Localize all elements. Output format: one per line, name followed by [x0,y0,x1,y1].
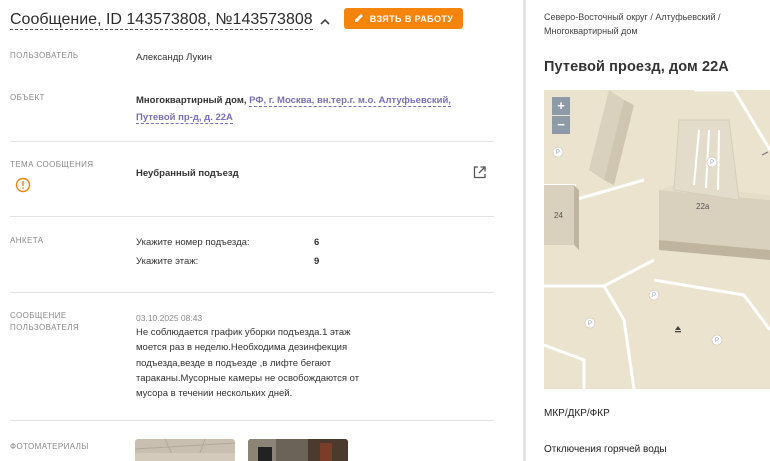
message-line: подъезда,везде в подъезде ,в лифте бегаю… [136,357,332,369]
warning-circle-icon [15,177,31,193]
object-type: Многоквартирный дом, [136,95,247,106]
take-to-work-label: ВЗЯТЬ В РАБОТУ [369,13,454,24]
divider [10,420,494,421]
message-line: мусора в течении нескольких дней. [136,388,293,400]
object-map[interactable]: P P P P P 24 22а + − [544,90,770,389]
zoom-controls: + − [552,97,570,134]
parking-symbol: P [588,321,592,327]
parking-symbol: P [715,338,719,344]
breadcrumb: Северо-Восточный округ / Алтуфьевский / … [544,10,764,38]
message-line: Не соблюдается график уборки подъезда.1 … [136,327,351,338]
survey-question: Укажите номер подъезда: [136,237,250,248]
object-title: Путевой проезд, дом 22А [544,59,729,75]
message-line: тараканы.Мусорные камеры не освобождаютс… [136,372,360,384]
message-line: моется раз в неделю.Необходима дезинфекц… [136,342,348,354]
photo-thumbnail[interactable] [248,439,348,461]
parking-symbol: P [556,150,560,156]
survey-answer: 9 [314,256,320,267]
message-detail-panel: Сообщение, ID 143573808, №143573808 ВЗЯТ… [0,0,523,461]
divider [10,292,494,293]
breadcrumb-line: Многоквартирный дом [544,26,638,36]
user-label: ПОЛЬЗОВАТЕЛЬ [10,51,79,60]
survey-label: АНКЕТА [10,236,44,245]
message-header: Сообщение, ID 143573808, №143573808 [10,9,331,31]
message-text: Не соблюдается график уборки подъезда.1 … [136,325,386,401]
survey-answer: 6 [314,237,320,248]
breadcrumb-line: Северо-Восточный округ / Алтуфьевский / [544,12,721,22]
building-label: 24 [554,211,563,220]
object-value: Многоквартирный дом, РФ, г. Москва, вн.т… [136,92,476,126]
object-address-link[interactable]: РФ, г. Москва, вн.тер.г. м.о. Алтуфьевск… [249,95,451,107]
user-value: Александр Лукин [136,52,212,63]
zoom-out-button[interactable]: − [552,116,570,134]
message-label-line: СООБЩЕНИЕ [10,311,67,320]
repair-section-heading[interactable]: МКР/ДКР/ФКР [544,408,610,419]
page: Сообщение, ID 143573808, №143573808 ВЗЯТ… [0,0,770,461]
object-info-panel: Северо-Восточный округ / Алтуфьевский / … [526,0,770,461]
building-label: 22а [696,202,710,211]
topic-value: Неубранный подъезд [136,168,239,179]
object-label: ОБЪЕКТ [10,93,45,102]
message-label: СООБЩЕНИЕ ПОЛЬЗОВАТЕЛЯ [10,310,79,334]
parking-symbol: P [710,160,714,166]
divider [10,141,494,142]
divider [10,216,494,217]
take-to-work-button[interactable]: ВЗЯТЬ В РАБОТУ [344,8,463,29]
survey-question: Укажите этаж: [136,256,199,267]
external-link-icon[interactable] [472,165,487,180]
hot-water-outage-heading[interactable]: Отключения горячей воды [544,444,667,455]
zoom-in-button[interactable]: + [552,97,570,115]
message-date: 03.10.2025 08:43 [136,313,203,323]
photos-label: ФОТОМАТЕРИАЛЫ [10,442,89,451]
object-address-link-line2[interactable]: Путевой пр-д, д. 22А [136,112,233,124]
photo-thumbnail[interactable] [135,439,235,461]
chevron-up-icon[interactable] [319,15,331,27]
pencil-icon [354,13,364,25]
parking-symbol: P [652,293,656,299]
message-label-line: ПОЛЬЗОВАТЕЛЯ [10,323,80,332]
topic-label: ТЕМА СООБЩЕНИЯ [10,160,94,169]
message-title[interactable]: Сообщение, ID 143573808, №143573808 [10,10,313,30]
